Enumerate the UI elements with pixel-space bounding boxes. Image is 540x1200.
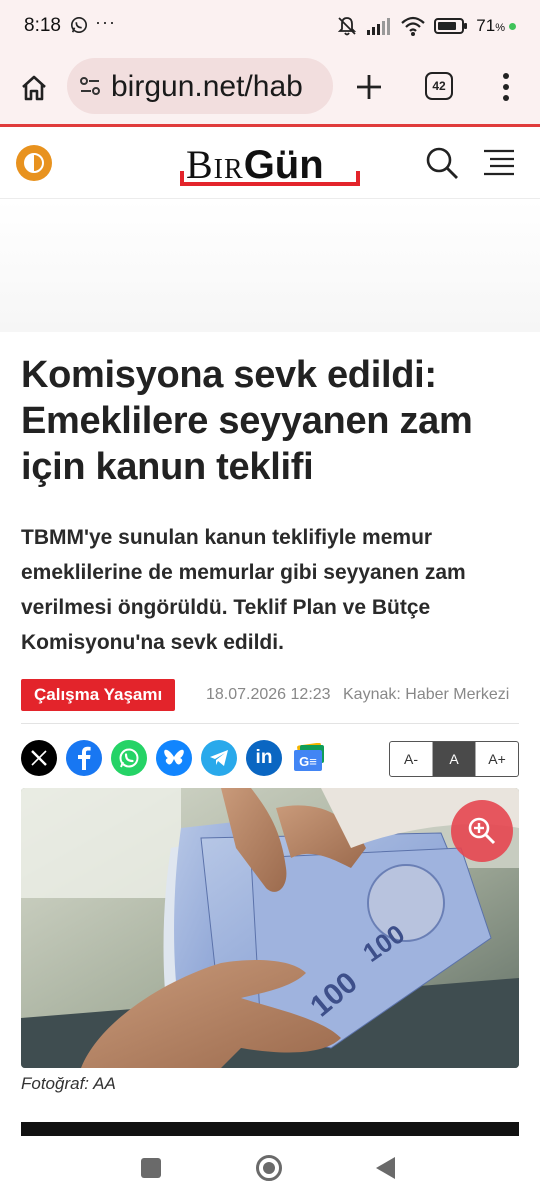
content-divider-bar [21, 1122, 519, 1136]
facebook-share-button[interactable] [66, 740, 102, 776]
home-icon [22, 75, 46, 101]
url-text: birgun.net/hab [111, 70, 303, 103]
category-badge[interactable]: Çalışma Yaşamı [21, 679, 176, 711]
status-bar: 8:18 ··· 71% [0, 0, 540, 54]
hamburger-menu-button[interactable] [483, 147, 515, 177]
linkedin-icon: in [255, 747, 273, 768]
back-button[interactable] [376, 1157, 395, 1179]
site-logo[interactable]: BirGün [180, 139, 360, 189]
article-source: Kaynak: Haber Merkezi [343, 686, 510, 703]
more-notifications-icon: ··· [95, 12, 116, 32]
linkedin-share-button[interactable]: in [246, 740, 282, 776]
font-smaller-button[interactable]: A- [390, 742, 432, 776]
photo-zoom-button[interactable] [451, 800, 513, 862]
new-tab-button[interactable] [352, 70, 386, 104]
bluesky-share-button[interactable] [156, 740, 192, 776]
logo-text: BirGün [186, 142, 324, 187]
signal-icon [367, 18, 391, 35]
url-bar[interactable]: birgun.net/hab [67, 58, 333, 114]
status-indicators: 71% [336, 14, 516, 38]
x-icon [31, 750, 47, 766]
font-larger-button[interactable]: A+ [475, 742, 518, 776]
article-summary: TBMM'ye sunulan kanun teklifiyle memur e… [21, 526, 466, 654]
article-photo[interactable]: 100 100 [21, 788, 519, 1068]
battery-percent: 71% [476, 16, 505, 35]
wifi-icon [401, 16, 426, 36]
site-header: BirGün [0, 127, 540, 199]
google-news-share-button[interactable]: G≡ [291, 740, 327, 776]
svg-text:G≡: G≡ [299, 754, 317, 769]
font-size-controls: A- A A+ [389, 741, 519, 777]
facebook-icon [78, 746, 91, 770]
browser-menu-button[interactable] [496, 71, 516, 103]
battery-icon [434, 18, 468, 34]
system-nav-bar [0, 1136, 540, 1200]
site-settings-icon[interactable] [79, 76, 101, 96]
bluesky-icon [164, 749, 184, 765]
tab-switcher-button[interactable]: 42 [425, 72, 453, 100]
browser-toolbar: birgun.net/hab 42 [0, 54, 540, 124]
theme-toggle-button[interactable] [16, 145, 52, 181]
search-button[interactable] [424, 145, 460, 181]
mute-icon [338, 17, 357, 36]
telegram-share-button[interactable] [201, 740, 237, 776]
share-buttons: in G≡ [21, 740, 327, 776]
telegram-icon [210, 750, 228, 766]
recents-button[interactable] [141, 1158, 161, 1178]
font-normal-button[interactable]: A [432, 742, 475, 776]
status-time: 8:18 [24, 15, 61, 36]
system-home-button[interactable] [256, 1155, 282, 1181]
article-headline: Komisyona sevk edildi: Emeklilere seyyan… [21, 354, 473, 488]
x-share-button[interactable] [21, 740, 57, 776]
whatsapp-icon [119, 748, 139, 768]
whatsapp-notification-icon [70, 16, 88, 34]
zoom-in-icon [468, 817, 496, 845]
browser-home-button[interactable] [14, 68, 54, 108]
photo-caption: Fotoğraf: AA [21, 1074, 116, 1093]
meta-divider [21, 723, 519, 724]
ad-placeholder [0, 200, 540, 332]
google-news-icon: G≡ [294, 743, 324, 771]
whatsapp-share-button[interactable] [111, 740, 147, 776]
article-date: 18.07.2026 12:23 [206, 686, 331, 703]
article-meta: Çalışma Yaşamı 18.07.2026 12:23 Kaynak: … [21, 679, 521, 713]
privacy-indicator-icon [509, 22, 516, 30]
